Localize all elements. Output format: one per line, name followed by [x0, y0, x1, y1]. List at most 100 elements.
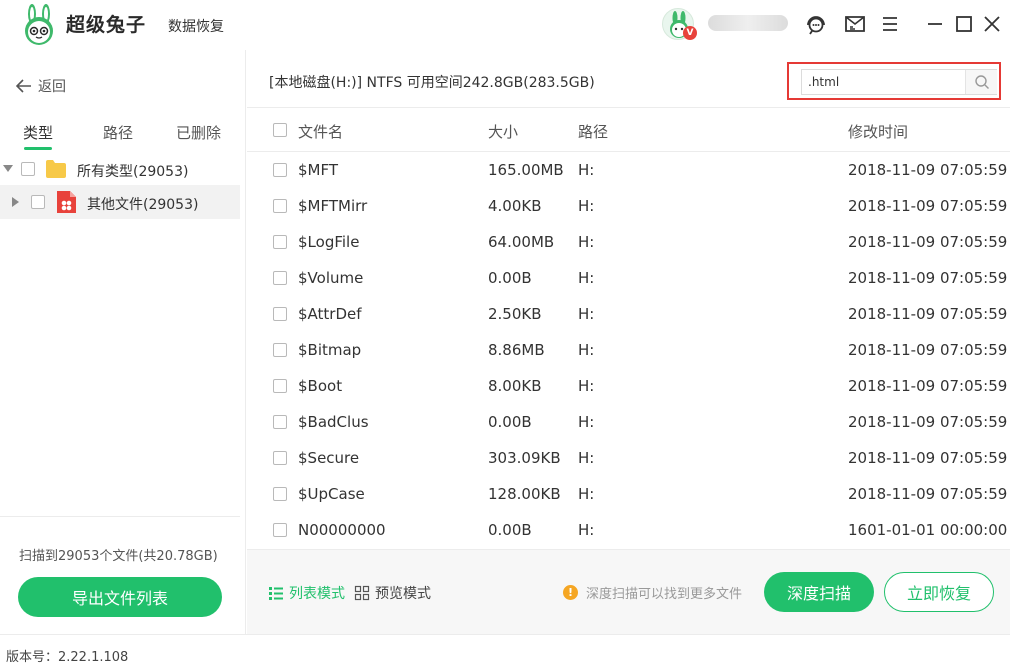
minimize-icon[interactable] — [923, 12, 947, 36]
tab-type[interactable]: 类型 — [23, 122, 53, 143]
file-row-checkbox[interactable] — [273, 199, 287, 213]
close-icon[interactable] — [980, 12, 1004, 36]
tree-label-other-files: 其他文件(29053) — [87, 197, 199, 213]
disk-info: [本地磁盘(H:)] NTFS 可用空间242.8GB(283.5GB) — [269, 75, 595, 91]
file-path: H: — [578, 485, 595, 503]
tree-label-all-types: 所有类型(29053) — [77, 164, 189, 180]
file-row[interactable]: $UpCase 128.00KB H: 2018-11-09 07:05:59 — [247, 476, 1010, 512]
checkbox-all-types[interactable] — [21, 162, 35, 176]
file-row[interactable]: $Boot 8.00KB H: 2018-11-09 07:05:59 — [247, 368, 1010, 404]
file-size: 64.00MB — [488, 233, 555, 251]
back-label: 返回 — [38, 79, 66, 95]
file-name: $LogFile — [298, 233, 360, 251]
search-input[interactable] — [808, 73, 958, 91]
file-row[interactable]: $AttrDef 2.50KB H: 2018-11-09 07:05:59 — [247, 296, 1010, 332]
file-row[interactable]: $Secure 303.09KB H: 2018-11-09 07:05:59 — [247, 440, 1010, 476]
file-modified: 2018-11-09 07:05:59 — [848, 161, 1008, 179]
file-path: H: — [578, 233, 595, 251]
file-size: 8.00KB — [488, 377, 542, 395]
file-modified: 1601-01-01 00:00:00 — [848, 521, 1008, 539]
checkbox-other-files[interactable] — [31, 195, 45, 209]
other-file-icon — [57, 191, 76, 213]
file-row-checkbox[interactable] — [273, 451, 287, 465]
search-box — [801, 69, 997, 95]
file-name: $Boot — [298, 377, 343, 395]
rabbit-logo-icon — [25, 4, 53, 45]
file-table-header: 文件名 大小 路径 修改时间 — [247, 108, 1010, 152]
warning-icon: ! — [563, 585, 578, 600]
file-row-checkbox[interactable] — [273, 163, 287, 177]
scan-summary: 扫描到29053个文件(共20.78GB) — [19, 549, 218, 564]
recover-now-button[interactable]: 立即恢复 — [884, 572, 994, 612]
column-header-modified[interactable]: 修改时间 — [848, 121, 908, 142]
search-icon — [974, 75, 989, 89]
file-row-checkbox[interactable] — [273, 379, 287, 393]
list-mode-toggle[interactable]: 列表模式 — [268, 583, 345, 603]
file-size: 4.00KB — [488, 197, 542, 215]
file-name: N00000000 — [298, 521, 386, 539]
product-name: 数据恢复 — [168, 19, 224, 35]
file-row[interactable]: $MFTMirr 4.00KB H: 2018-11-09 07:05:59 — [247, 188, 1010, 224]
file-row-checkbox[interactable] — [273, 343, 287, 357]
file-modified: 2018-11-09 07:05:59 — [848, 233, 1008, 251]
column-header-path[interactable]: 路径 — [578, 121, 608, 142]
file-row-checkbox[interactable] — [273, 415, 287, 429]
search-button[interactable] — [965, 70, 997, 94]
file-modified: 2018-11-09 07:05:59 — [848, 269, 1008, 287]
tab-path[interactable]: 路径 — [103, 122, 133, 143]
deep-scan-hint: ! 深度扫描可以找到更多文件 — [563, 583, 742, 602]
bottom-action-bar: 列表模式 预览模式 ! 深度扫描可以找到更多文件 深度扫描 立即恢复 — [247, 549, 1010, 634]
file-name: $BadClus — [298, 413, 369, 431]
brand-name: 超级兔子 — [66, 14, 147, 36]
column-header-size[interactable]: 大小 — [488, 121, 518, 142]
list-view-icon — [269, 587, 283, 600]
feedback-icon[interactable] — [843, 12, 867, 36]
file-size: 0.00B — [488, 521, 532, 539]
file-size: 0.00B — [488, 413, 532, 431]
export-file-list-button[interactable]: 导出文件列表 — [18, 577, 222, 617]
title-bar: 超级兔子 数据恢复 V — [0, 0, 1010, 50]
file-modified: 2018-11-09 07:05:59 — [848, 485, 1008, 503]
file-row-checkbox[interactable] — [273, 307, 287, 321]
file-size: 0.00B — [488, 269, 532, 287]
file-row[interactable]: $BadClus 0.00B H: 2018-11-09 07:05:59 — [247, 404, 1010, 440]
select-all-checkbox[interactable] — [273, 123, 287, 137]
file-row-checkbox[interactable] — [273, 235, 287, 249]
file-path: H: — [578, 521, 595, 539]
file-row[interactable]: $LogFile 64.00MB H: 2018-11-09 07:05:59 — [247, 224, 1010, 260]
folder-icon — [46, 160, 66, 178]
file-name: $Volume — [298, 269, 364, 287]
file-row[interactable]: $Volume 0.00B H: 2018-11-09 07:05:59 — [247, 260, 1010, 296]
file-row-checkbox[interactable] — [273, 271, 287, 285]
file-row[interactable]: $MFT 165.00MB H: 2018-11-09 07:05:59 — [247, 152, 1010, 188]
tree-item-all-types[interactable]: 所有类型(29053) — [0, 152, 240, 186]
file-name: $AttrDef — [298, 305, 362, 323]
tab-deleted[interactable]: 已删除 — [176, 122, 221, 143]
vip-badge: V — [683, 26, 697, 40]
caret-right-icon[interactable] — [12, 197, 19, 207]
column-header-name[interactable]: 文件名 — [298, 121, 343, 142]
deep-scan-button[interactable]: 深度扫描 — [764, 572, 874, 612]
tree-item-other-files[interactable]: 其他文件(29053) — [0, 185, 240, 219]
menu-icon[interactable] — [878, 12, 902, 36]
file-name: $MFT — [298, 161, 339, 179]
file-row-checkbox[interactable] — [273, 523, 287, 537]
file-size: 165.00MB — [488, 161, 564, 179]
file-path: H: — [578, 413, 595, 431]
customer-service-icon[interactable] — [804, 12, 828, 36]
back-button[interactable]: 返回 — [16, 76, 66, 96]
file-row-checkbox[interactable] — [273, 487, 287, 501]
file-path: H: — [578, 305, 595, 323]
file-path: H: — [578, 341, 595, 359]
maximize-icon[interactable] — [952, 12, 976, 36]
caret-down-icon[interactable] — [3, 165, 13, 172]
file-row[interactable]: N00000000 0.00B H: 1601-01-01 00:00:00 — [247, 512, 1010, 548]
active-tab-indicator — [24, 147, 52, 150]
file-name: $Bitmap — [298, 341, 362, 359]
version-label: 版本号：2.22.1.108 — [6, 650, 129, 665]
file-modified: 2018-11-09 07:05:59 — [848, 341, 1008, 359]
preview-mode-toggle[interactable]: 预览模式 — [354, 583, 431, 603]
status-bar: 版本号：2.22.1.108 — [0, 634, 1010, 670]
file-row[interactable]: $Bitmap 8.86MB H: 2018-11-09 07:05:59 — [247, 332, 1010, 368]
file-name: $MFTMirr — [298, 197, 368, 215]
